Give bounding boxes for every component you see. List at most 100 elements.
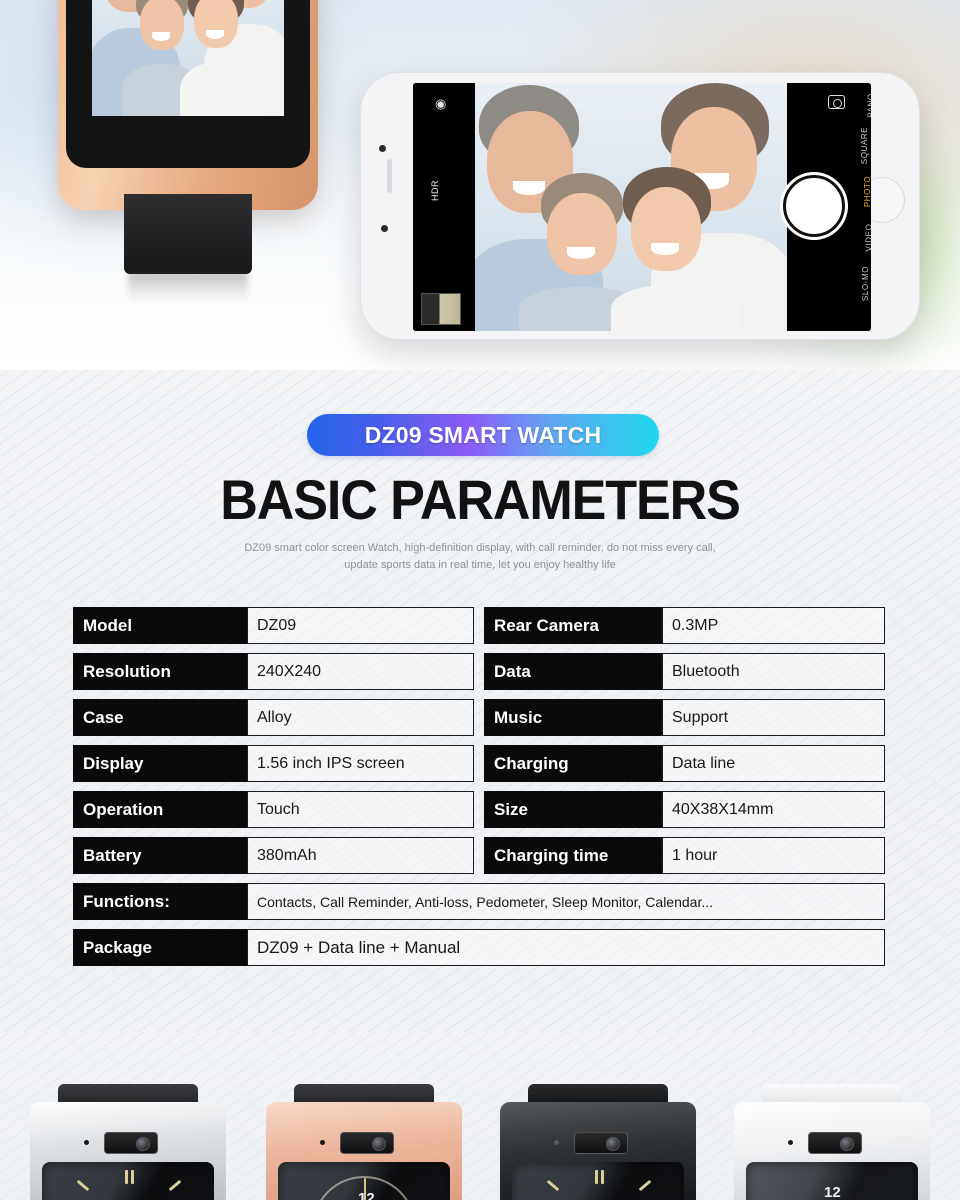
watch-variant-white[interactable]: 12	[734, 1084, 930, 1200]
camera-hdr-icon[interactable]: HDR	[430, 180, 440, 201]
phone-camera-screen: ◉ HDR ⚡ PANO SQUARE PHOTO VIDEO SLO-MO	[413, 83, 871, 331]
hero-smartwatch-image	[58, 0, 318, 370]
hero-phone-body: ◉ HDR ⚡ PANO SQUARE PHOTO VIDEO SLO-MO	[360, 72, 920, 340]
watch-variant-rose-gold[interactable]: 12	[266, 1084, 462, 1200]
spec-key-resolution: Resolution	[73, 653, 247, 690]
variant-camera-module	[104, 1132, 158, 1154]
watch-hour-label: 12	[358, 1190, 375, 1200]
phone-mute-switch	[387, 159, 392, 193]
variant-microphone-pin	[84, 1140, 89, 1145]
spec-value-rear-camera: 0.3MP	[662, 607, 885, 644]
variant-case: 12	[734, 1102, 930, 1200]
spec-key-functions: Functions:	[73, 883, 247, 920]
subtitle-line-2: update sports data in real time, let you…	[344, 559, 616, 572]
variant-camera-module	[340, 1132, 394, 1154]
variant-camera-module	[574, 1132, 628, 1154]
camera-mode-video[interactable]: VIDEO	[865, 224, 871, 252]
spec-column-right: Rear Camera 0.3MP Data Bluetooth Music S…	[484, 607, 885, 883]
camera-lens-icon	[840, 1137, 854, 1151]
phone-camera-viewfinder-photo	[475, 83, 787, 331]
variant-case	[30, 1102, 226, 1200]
spec-row-battery: Battery 380mAh	[73, 837, 474, 874]
hero-watch-case	[58, 0, 318, 210]
variant-case: 12	[266, 1102, 462, 1200]
spec-value-charging: Data line	[662, 745, 885, 782]
camera-gallery-thumbnail[interactable]	[421, 293, 461, 325]
spec-row-model: Model DZ09	[73, 607, 474, 644]
product-detail-page: ◉ HDR ⚡ PANO SQUARE PHOTO VIDEO SLO-MO	[0, 0, 960, 1200]
spec-row-rear-camera: Rear Camera 0.3MP	[484, 607, 885, 644]
spec-row-size: Size 40X38X14mm	[484, 791, 885, 828]
hero-watch-screen	[66, 0, 310, 168]
spec-key-operation: Operation	[73, 791, 247, 828]
spec-key-display: Display	[73, 745, 247, 782]
camera-mode-square[interactable]: SQUARE	[860, 127, 869, 164]
spec-row-functions: Functions: Contacts, Call Reminder, Anti…	[73, 883, 885, 920]
phone-microphone-dot	[379, 145, 386, 152]
watch-hour-label: 12	[824, 1184, 841, 1200]
spec-key-model: Model	[73, 607, 247, 644]
spec-value-package: DZ09 + Data line + Manual	[247, 929, 885, 966]
spec-value-charging-time: 1 hour	[662, 837, 885, 874]
spec-key-case: Case	[73, 699, 247, 736]
spec-row-data: Data Bluetooth	[484, 653, 885, 690]
spec-value-operation: Touch	[247, 791, 474, 828]
spec-key-rear-camera: Rear Camera	[484, 607, 662, 644]
variant-microphone-pin	[788, 1140, 793, 1145]
spec-value-size: 40X38X14mm	[662, 791, 885, 828]
product-name-badge: DZ09 SMART WATCH	[307, 414, 659, 456]
camera-mode-slomo[interactable]: SLO-MO	[861, 266, 870, 301]
spec-key-package: Package	[73, 929, 247, 966]
section-subtitle: DZ09 smart color screen Watch, high-defi…	[0, 540, 960, 574]
spec-row-charging-time: Charging time 1 hour	[484, 837, 885, 874]
watch-variant-black[interactable]	[500, 1084, 696, 1200]
camera-lens-icon	[372, 1137, 386, 1151]
camera-mode-selector[interactable]: PANO SQUARE PHOTO VIDEO SLO-MO	[849, 83, 871, 331]
hero-watch-family-photo	[92, 0, 284, 116]
spec-key-size: Size	[484, 791, 662, 828]
spec-value-display: 1.56 inch IPS screen	[247, 745, 474, 782]
spec-value-resolution: 240X240	[247, 653, 474, 690]
variant-watch-face	[512, 1162, 684, 1200]
hero-watch-reflection	[128, 272, 248, 302]
variant-camera-module	[808, 1132, 862, 1154]
spec-row-package: Package DZ09 + Data line + Manual	[73, 929, 885, 966]
variant-case	[500, 1102, 696, 1200]
spec-row-case: Case Alloy	[73, 699, 474, 736]
spec-key-music: Music	[484, 699, 662, 736]
hero-banner: ◉ HDR ⚡ PANO SQUARE PHOTO VIDEO SLO-MO	[0, 0, 960, 370]
specifications-table: Model DZ09 Resolution 240X240 Case Alloy…	[73, 607, 885, 975]
spec-key-battery: Battery	[73, 837, 247, 874]
color-variants-strip: 12 12	[0, 1032, 960, 1200]
variant-microphone-pin	[554, 1140, 559, 1145]
spec-row-resolution: Resolution 240X240	[73, 653, 474, 690]
watch-variant-silver[interactable]	[30, 1084, 226, 1200]
camera-switch-icon[interactable]	[828, 95, 845, 109]
variant-watch-face	[42, 1162, 214, 1200]
spec-value-data: Bluetooth	[662, 653, 885, 690]
spec-row-operation: Operation Touch	[73, 791, 474, 828]
spec-value-music: Support	[662, 699, 885, 736]
spec-key-charging: Charging	[484, 745, 662, 782]
camera-lens-icon	[606, 1137, 620, 1151]
spec-key-charging-time: Charging time	[484, 837, 662, 874]
camera-flash-icon[interactable]: ◉	[435, 97, 446, 110]
camera-lens-icon	[136, 1137, 150, 1151]
hero-watch-strap	[124, 194, 252, 274]
camera-shutter-button[interactable]	[783, 175, 845, 237]
spec-value-functions: Contacts, Call Reminder, Anti-loss, Pedo…	[247, 883, 885, 920]
spec-value-battery: 380mAh	[247, 837, 474, 874]
camera-mode-pano[interactable]: PANO	[866, 93, 871, 117]
subtitle-line-1: DZ09 smart color screen Watch, high-defi…	[244, 542, 716, 554]
spec-value-model: DZ09	[247, 607, 474, 644]
hero-phone-image: ◉ HDR ⚡ PANO SQUARE PHOTO VIDEO SLO-MO	[360, 72, 920, 340]
product-name-label: DZ09 SMART WATCH	[364, 421, 602, 448]
spec-row-display: Display 1.56 inch IPS screen	[73, 745, 474, 782]
section-headline: BASIC PARAMETERS	[220, 468, 740, 531]
spec-row-charging: Charging Data line	[484, 745, 885, 782]
camera-right-toolbar: PANO SQUARE PHOTO VIDEO SLO-MO	[783, 83, 871, 331]
spec-row-music: Music Support	[484, 699, 885, 736]
variant-microphone-pin	[320, 1140, 325, 1145]
spec-key-data: Data	[484, 653, 662, 690]
camera-mode-photo[interactable]: PHOTO	[863, 176, 871, 207]
